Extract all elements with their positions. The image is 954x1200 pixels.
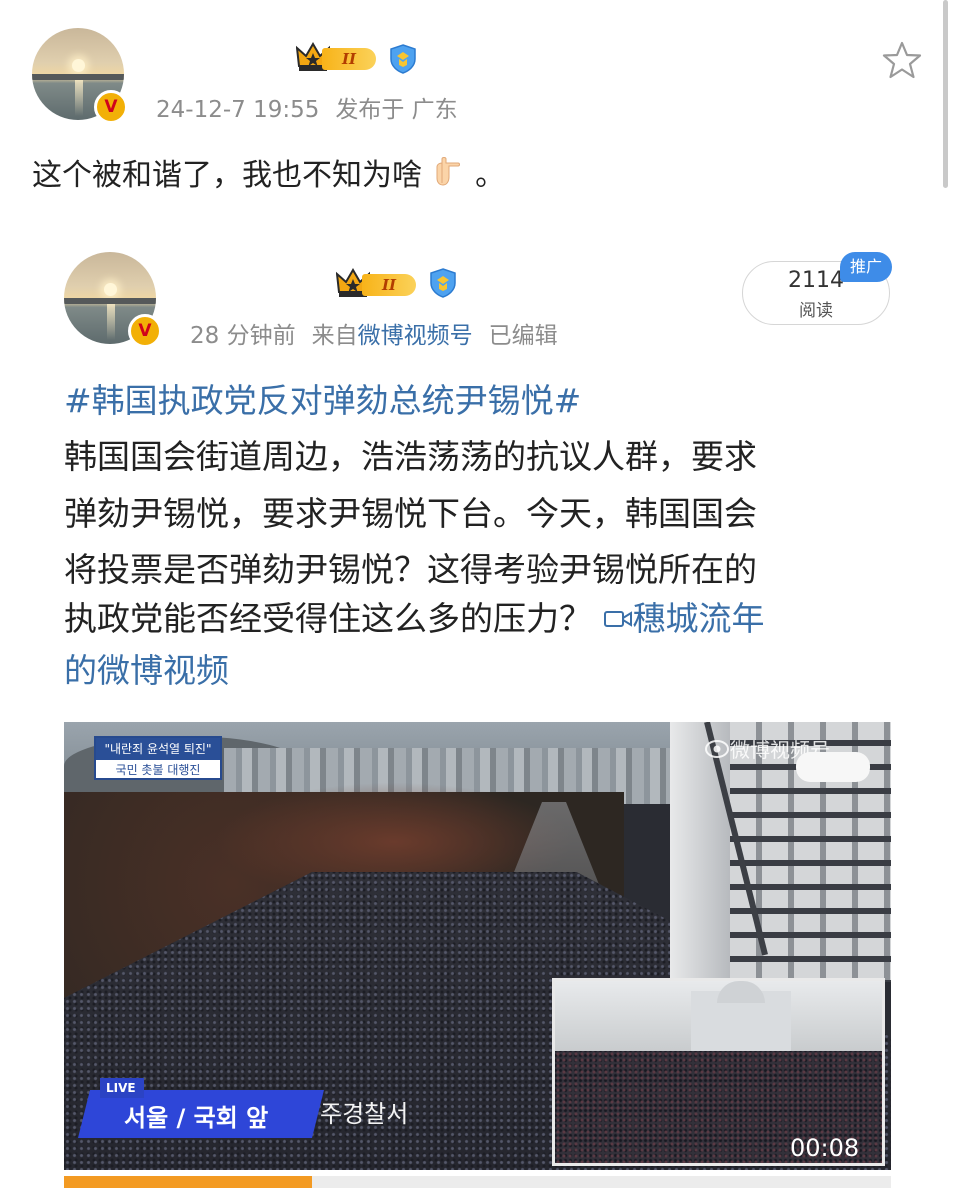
- video-source-link-text: 穗城流年: [632, 599, 765, 638]
- video-player[interactable]: "내란죄 윤석열 퇴진" 국민 촛불 대행진 微博视频号 LIVE 서울 / 국…: [64, 722, 891, 1170]
- favorite-star-icon[interactable]: [882, 40, 922, 80]
- broadcast-banner-bottom: 국민 촛불 대행진: [115, 763, 201, 777]
- repost-meta: 28 分钟前 来自微博视频号 已编辑: [190, 316, 558, 350]
- read-label: 阅读: [799, 301, 833, 321]
- post-text-suffix: 。: [475, 158, 506, 193]
- repost-text-line-4: 执政党能否经受得住这么多的压力？ 穗城流年: [64, 592, 884, 640]
- post-timestamp: 24-12-7 19:55: [156, 97, 320, 123]
- promo-badge[interactable]: 推广: [840, 252, 892, 282]
- verified-badge-icon: [94, 90, 128, 124]
- live-location-text: 서울 / 국회 앞: [124, 1104, 269, 1132]
- broadcast-banner-top: "내란죄 윤석열 퇴진": [96, 738, 220, 760]
- repost-vip-level-label: II: [362, 274, 416, 296]
- redacted-username-blur: [796, 752, 870, 782]
- assembly-building: [691, 981, 791, 1051]
- video-source-link[interactable]: 穗城流年: [603, 599, 765, 638]
- video-progress-fill: [64, 1176, 313, 1188]
- repost-vip-crown-badge[interactable]: II: [336, 268, 418, 298]
- post-meta: 24-12-7 19:55 发布于 广东: [156, 90, 458, 124]
- broadcast-banner: "내란죄 윤석열 퇴진" 국민 촛불 대행진: [94, 736, 222, 780]
- vip-crown-badge[interactable]: II: [296, 42, 378, 72]
- post-location: 发布于 广东: [335, 97, 458, 123]
- police-station-text: 주경찰서: [320, 1100, 409, 1128]
- topic-hashtag-link[interactable]: #韩国执政党反对弹劾总统尹锡悦#: [64, 374, 581, 422]
- video-source-link-continued[interactable]: 的微博视频: [64, 651, 229, 690]
- post-text-content: 这个被和谐了，我也不知为啥: [32, 158, 422, 193]
- repost-text-line-4-content: 执政党能否经受得住这么多的压力？: [64, 599, 592, 638]
- scrollbar[interactable]: [943, 0, 948, 188]
- repost-source-link[interactable]: 微博视频号: [358, 323, 473, 349]
- repost-text-line-3: 将投票是否弹劾尹锡悦？这得考验尹锡悦所在的: [64, 550, 757, 589]
- repost-text-line-1: 韩国国会街道周边，浩浩荡荡的抗议人群，要求: [64, 437, 757, 476]
- video-duration: 00:08: [790, 1134, 860, 1162]
- post-text: 这个被和谐了，我也不知为啥 。: [32, 150, 505, 194]
- repost-gold-shield-verified-icon: [430, 268, 456, 298]
- repost-time-ago: 28 分钟前: [190, 323, 296, 349]
- repost-text-line-2: 弹劾尹锡悦，要求尹锡悦下台。今天，韩国国会: [64, 494, 757, 533]
- gold-shield-verified-icon: [390, 44, 416, 74]
- video-progress-bar[interactable]: [64, 1176, 891, 1188]
- vip-level-label: II: [322, 48, 376, 70]
- weibo-eye-icon: [705, 740, 729, 758]
- pointing-down-hand-emoji-icon: [436, 157, 460, 186]
- repost-source-prefix: 来自: [311, 323, 358, 349]
- repost-verified-badge-icon: [128, 314, 162, 348]
- repost-text-line-5: 的微博视频: [64, 644, 884, 692]
- video-camera-icon: [603, 611, 632, 627]
- repost-edited-label: 已编辑: [488, 323, 558, 349]
- live-tag: LIVE: [100, 1078, 144, 1098]
